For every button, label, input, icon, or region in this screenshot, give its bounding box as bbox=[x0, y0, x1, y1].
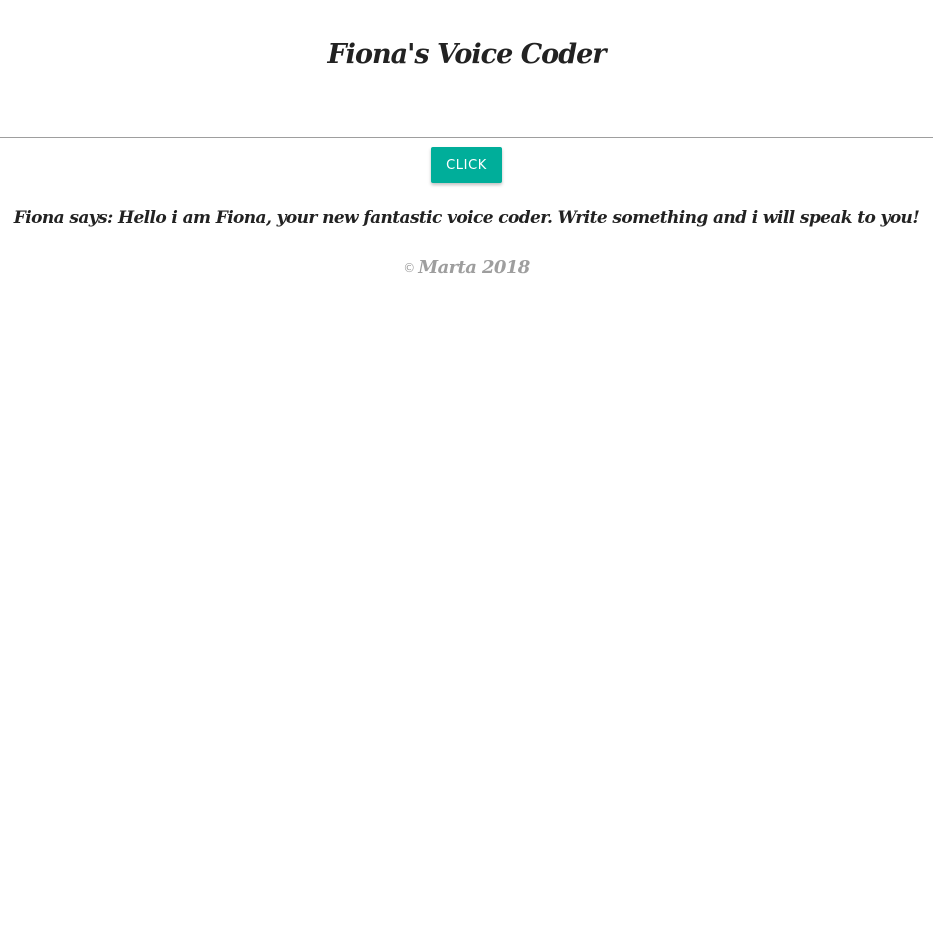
page-header: Fiona's Voice Coder bbox=[0, 0, 933, 137]
page-footer: © Marta 2018 bbox=[0, 255, 933, 281]
page-title: Fiona's Voice Coder bbox=[327, 39, 607, 70]
footer-credit: Marta 2018 bbox=[418, 257, 530, 278]
fiona-message: Fiona says: Hello i am Fiona, your new f… bbox=[13, 208, 920, 228]
click-button[interactable]: CLICK bbox=[431, 147, 502, 183]
header-divider bbox=[0, 137, 933, 138]
copyright-icon: © bbox=[403, 261, 416, 275]
